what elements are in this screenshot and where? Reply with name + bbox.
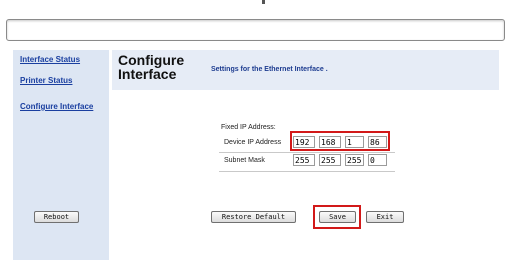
subnet-octet-3[interactable]: 255 — [345, 154, 364, 166]
address-bar[interactable] — [6, 19, 505, 41]
sidebar-item-interface-status[interactable]: Interface Status — [20, 55, 80, 64]
exit-button[interactable]: Exit — [366, 211, 404, 223]
top-glyph — [262, 0, 265, 4]
page-title: Configure Interface — [118, 53, 184, 81]
subnet-octet-2[interactable]: 255 — [319, 154, 341, 166]
sidebar-item-printer-status[interactable]: Printer Status — [20, 76, 72, 85]
device-ip-label: Device IP Address — [224, 139, 282, 146]
restore-default-button[interactable]: Restore Default — [211, 211, 296, 223]
reboot-button[interactable]: Reboot — [34, 211, 79, 223]
device-ip-highlight — [290, 131, 390, 151]
header-description: Settings for the Ethernet Interface . — [211, 66, 328, 73]
fixed-ip-label: Fixed IP Address: — [221, 124, 276, 131]
subnet-octet-4[interactable]: 0 — [368, 154, 387, 166]
row-divider — [219, 152, 395, 153]
save-button-highlight — [313, 205, 361, 229]
row-divider — [219, 171, 395, 172]
subnet-octet-1[interactable]: 255 — [293, 154, 315, 166]
subnet-mask-label: Subnet Mask — [224, 157, 265, 164]
page-title-line2: Interface — [118, 66, 177, 82]
sidebar-item-configure-interface[interactable]: Configure Interface — [20, 102, 93, 111]
page-title-line1: Configure — [118, 52, 185, 68]
